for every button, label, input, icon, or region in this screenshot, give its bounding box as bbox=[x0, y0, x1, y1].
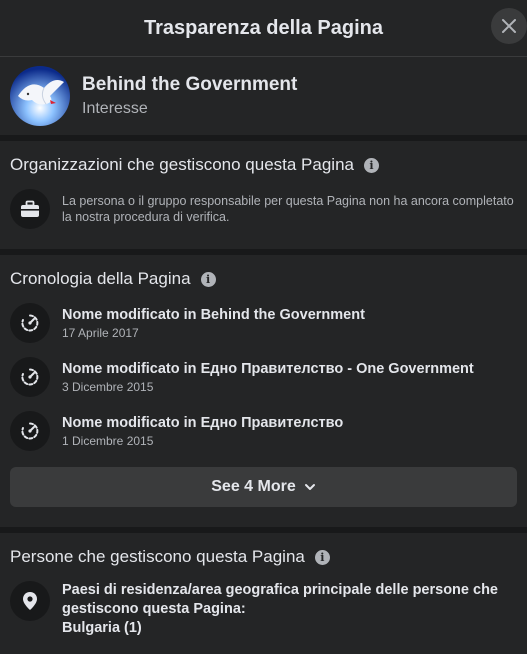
dialog-header: Trasparenza della Pagina bbox=[0, 0, 527, 57]
see-more-label: See 4 More bbox=[211, 478, 296, 495]
info-icon[interactable]: i bbox=[364, 157, 379, 173]
location-pin-icon bbox=[23, 592, 37, 610]
briefcase-icon bbox=[21, 200, 39, 217]
organizations-title: Organizzazioni che gestiscono questa Pag… bbox=[10, 155, 354, 174]
history-icon-circle bbox=[10, 357, 50, 397]
page-name[interactable]: Behind the Government bbox=[82, 74, 297, 96]
history-icon-circle bbox=[10, 411, 50, 451]
location-value: Bulgaria (1) bbox=[62, 620, 142, 636]
organizations-section: Organizzazioni che gestiscono questa Pag… bbox=[0, 141, 527, 229]
info-icon[interactable]: i bbox=[314, 549, 330, 565]
history-item-title: Nome modificato in Behind the Government bbox=[62, 306, 365, 323]
close-icon bbox=[502, 19, 516, 33]
history-item: Nome modificato in Behind the Government… bbox=[0, 303, 527, 343]
history-icon bbox=[21, 422, 39, 440]
history-section: Cronologia della Pagina i Nome modificat… bbox=[0, 255, 527, 507]
people-section: Persone che gestiscono questa Pagina i P… bbox=[0, 533, 527, 638]
close-button[interactable] bbox=[491, 8, 527, 44]
page-category: Interesse bbox=[82, 100, 148, 117]
location-icon-circle bbox=[10, 581, 50, 621]
history-item: Nome modificato in Едно Правителство 1 D… bbox=[0, 411, 527, 451]
history-item: Nome modificato in Едно Правителство - O… bbox=[0, 357, 527, 397]
history-item-title: Nome modificato in Едно Правителство - O… bbox=[62, 360, 474, 377]
dove-avatar-image bbox=[10, 66, 70, 126]
history-item-date: 17 Aprile 2017 bbox=[62, 325, 139, 340]
page-avatar[interactable] bbox=[10, 66, 70, 126]
location-label: Paesi di residenza/area geografica princ… bbox=[62, 582, 498, 617]
history-icon-circle bbox=[10, 303, 50, 343]
history-item-title: Nome modificato in Едно Правителство bbox=[62, 414, 344, 431]
history-icon bbox=[21, 368, 39, 386]
history-item-date: 3 Dicembre 2015 bbox=[62, 379, 154, 394]
info-icon[interactable]: i bbox=[200, 271, 216, 287]
history-icon bbox=[21, 314, 39, 332]
page-summary: Behind the Government Interesse bbox=[0, 57, 527, 135]
see-more-button[interactable]: See 4 More bbox=[10, 467, 517, 507]
history-title: Cronologia della Pagina bbox=[10, 269, 191, 288]
history-item-date: 1 Dicembre 2015 bbox=[62, 433, 154, 448]
chevron-down-icon bbox=[304, 484, 315, 490]
dialog-title: Trasparenza della Pagina bbox=[144, 16, 383, 39]
people-title: Persone che gestiscono questa Pagina bbox=[10, 547, 305, 566]
briefcase-icon-circle bbox=[10, 189, 50, 229]
organizations-description: La persona o il gruppo responsabile per … bbox=[62, 194, 514, 224]
